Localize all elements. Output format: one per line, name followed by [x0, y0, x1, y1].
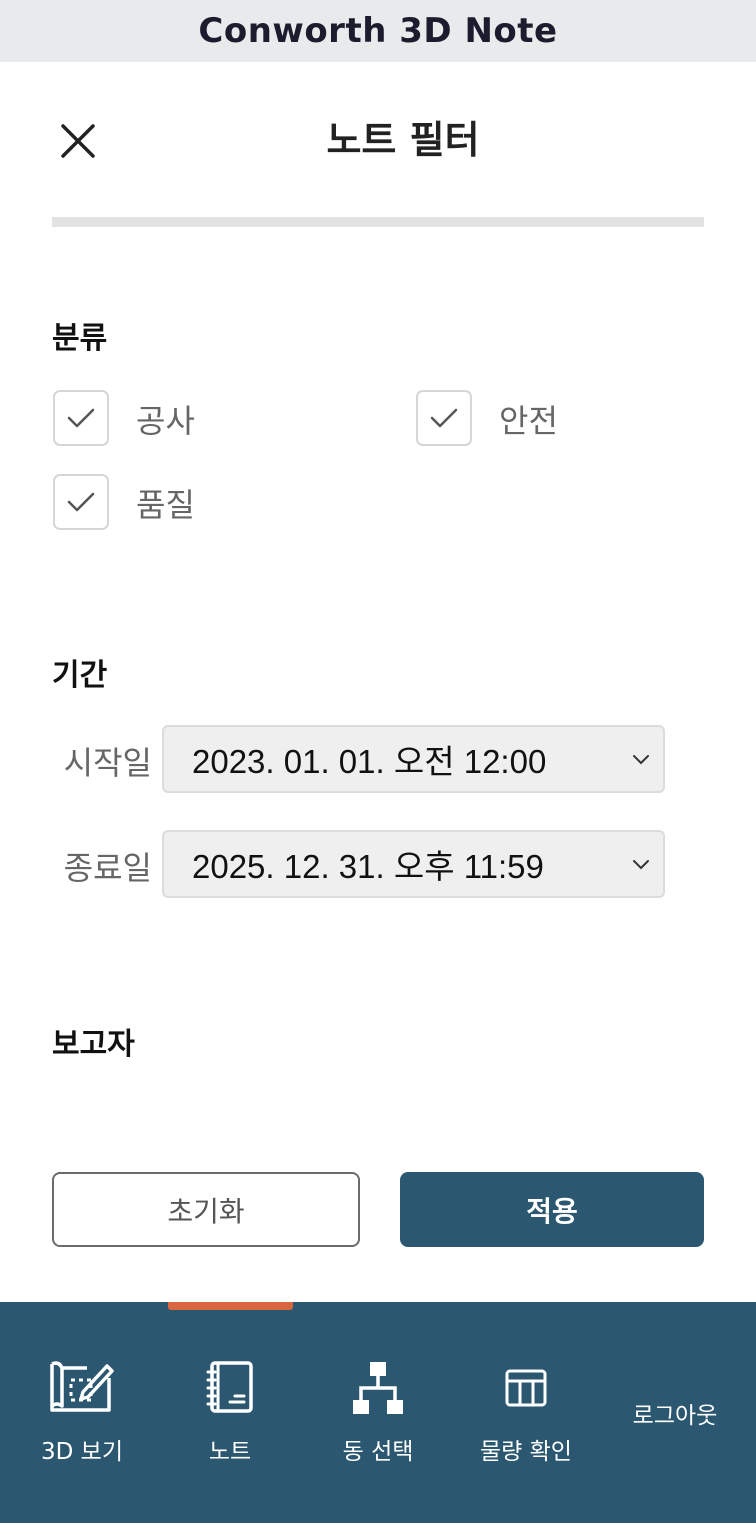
apply-button-label: 적용 [526, 1194, 578, 1228]
reset-button-label: 초기화 [167, 1194, 245, 1228]
app-title: Conworth 3D Note [198, 11, 558, 51]
nav-label-notes: 노트 [208, 1439, 252, 1465]
start-date-value: 2023. 01. 01. 오전 12:00 [192, 743, 547, 780]
reporter-section-label: 보고자 [52, 1027, 135, 1062]
nav-label-3d-view: 3D 보기 [41, 1439, 123, 1465]
checkbox-construction[interactable] [53, 390, 109, 446]
end-date-select[interactable]: 2025. 12. 31. 오후 11:59 [162, 830, 665, 898]
category-section-label: 분류 [52, 321, 108, 356]
notebook-icon [206, 1361, 253, 1413]
nav-item-building-select[interactable]: 동 선택 [318, 1302, 438, 1523]
nav-item-notes[interactable]: 노트 [170, 1302, 290, 1523]
start-date-label: 시작일 [63, 744, 152, 782]
start-date-select[interactable]: 2023. 01. 01. 오전 12:00 [162, 725, 665, 793]
end-date-label: 종료일 [63, 849, 152, 887]
table-icon [505, 1369, 547, 1407]
hierarchy-icon [353, 1362, 403, 1414]
modal-title: 노트 필터 [326, 118, 480, 162]
checkbox-label-safety: 안전 [499, 402, 558, 440]
checkbox-safety[interactable] [416, 390, 472, 446]
nav-label-building-select: 동 선택 [342, 1439, 414, 1465]
checkbox-label-quality: 품질 [136, 486, 195, 524]
checkbox-quality[interactable] [53, 474, 109, 530]
divider [52, 217, 704, 227]
chevron-down-icon [633, 755, 649, 765]
reset-button[interactable]: 초기화 [52, 1172, 360, 1247]
nav-item-quantity-check[interactable]: 물량 확인 [466, 1302, 586, 1523]
check-icon [67, 408, 95, 428]
period-section-label: 기간 [52, 658, 108, 693]
check-icon [430, 408, 458, 428]
blueprint-edit-icon [50, 1361, 114, 1412]
check-icon [67, 492, 95, 512]
app-title-bar: Conworth 3D Note [0, 0, 756, 62]
checkbox-label-construction: 공사 [136, 402, 195, 440]
apply-button[interactable]: 적용 [400, 1172, 704, 1247]
logout-button[interactable]: 로그아웃 [615, 1396, 735, 1430]
nav-label-quantity-check: 물량 확인 [480, 1439, 572, 1465]
end-date-value: 2025. 12. 31. 오후 11:59 [192, 848, 544, 885]
chevron-down-icon [633, 860, 649, 870]
nav-item-3d-view[interactable]: 3D 보기 [22, 1302, 142, 1523]
